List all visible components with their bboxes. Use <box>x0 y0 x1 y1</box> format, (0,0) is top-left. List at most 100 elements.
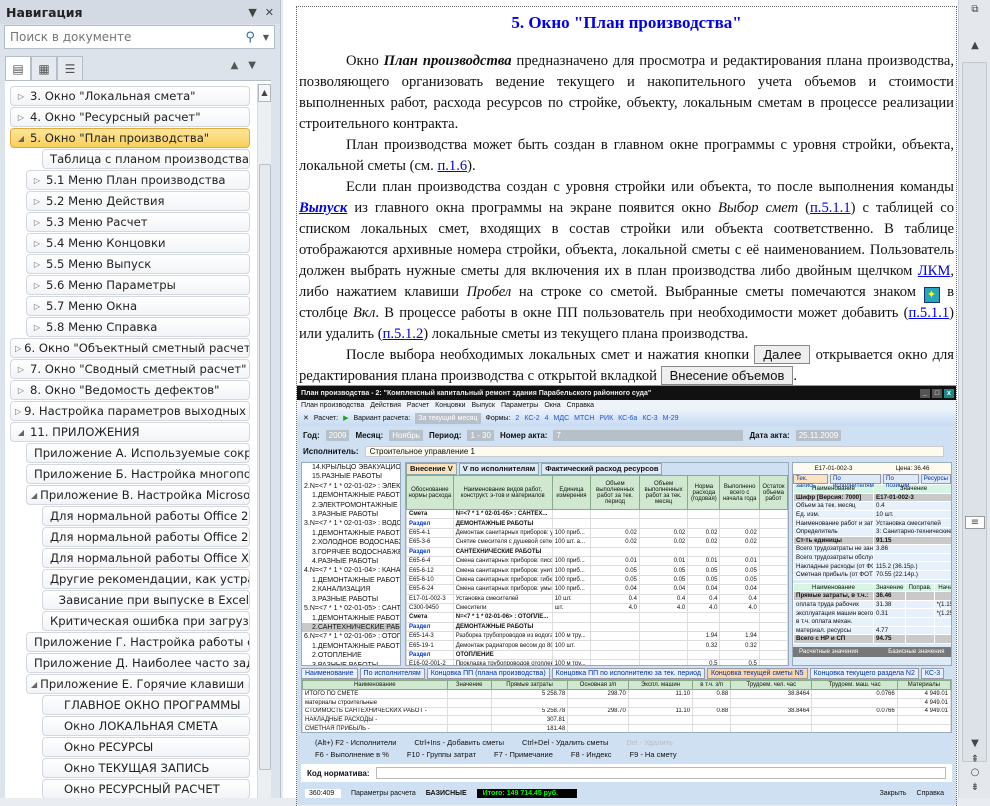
nav-item[interactable]: Приложение Б. Настройка многопо... <box>26 464 250 484</box>
scroll-down-icon[interactable]: ▼ <box>965 738 985 749</box>
scroll-up-icon[interactable]: ▲ <box>258 84 271 102</box>
nav-item[interactable]: Окно РЕСУРСНЫЙ РАСЧЕТ <box>42 779 250 798</box>
nav-item-label: 5.3 Меню Расчет <box>46 215 148 229</box>
nav-item[interactable]: ▷9. Настройка параметров выходных фо... <box>10 401 250 421</box>
table-cell <box>758 508 788 520</box>
nav-item[interactable]: Приложение Г. Настройка работы с ... <box>26 632 250 652</box>
column-header: Значение <box>872 582 907 593</box>
collapsed-arrow-icon[interactable]: ▷ <box>15 344 21 353</box>
nav-item[interactable]: ▷ 5.6 Меню Параметры <box>26 275 250 295</box>
nav-item[interactable]: Окно ЛОКАЛЬНАЯ СМЕТА <box>42 716 250 736</box>
table-cell: 100 шт. <box>551 640 592 651</box>
nav-item[interactable]: Для нормальной работы Office 2... <box>42 527 250 547</box>
nav-item[interactable]: ▷ 5.7 Меню Окна <box>26 296 250 316</box>
previous-page-icon[interactable]: ⇞ <box>965 754 985 765</box>
next-heading-icon[interactable]: ▼ <box>248 60 266 71</box>
table-cell: Установка смесителей <box>452 593 553 604</box>
table-row: Всего с НР и СП 94.75 <box>793 634 951 644</box>
minimize-icon: _ <box>920 388 930 398</box>
nav-item[interactable]: ▷ 3. Окно "Локальная смета" <box>10 86 250 106</box>
nav-item[interactable]: ◢ 11. ПРИЛОЖЕНИЯ <box>10 422 250 442</box>
nav-item[interactable]: ▷ 5.5 Меню Выпуск <box>26 254 250 274</box>
expanded-arrow-icon[interactable]: ◢ <box>31 491 37 500</box>
nav-scrollbar[interactable]: ▲ <box>257 84 271 798</box>
nav-item[interactable]: Приложение Д. Наиболее часто зад... <box>26 653 250 673</box>
collapsed-arrow-icon[interactable]: ▷ <box>15 365 27 374</box>
mode-label: БАЗИСНЫЕ <box>425 789 467 797</box>
scroll-thumb[interactable] <box>962 62 987 762</box>
tab-headings[interactable]: ▤ <box>5 56 31 81</box>
nav-item[interactable]: ГЛАВНОЕ ОКНО ПРОГРАММЫ <box>42 695 250 715</box>
scroll-grip-icon[interactable]: ≡ <box>965 516 985 529</box>
column-header: Трудоем. чел. час <box>730 680 813 690</box>
nav-item[interactable]: ◢ Приложение Е. Горячие клавиши в ... <box>26 674 250 694</box>
nav-item[interactable]: ▷ 7. Окно "Сводный сметный расчет" <box>10 359 250 379</box>
scroll-thumb[interactable] <box>259 164 271 770</box>
close-icon[interactable]: ✕ <box>265 6 274 19</box>
search-input[interactable] <box>10 30 246 44</box>
collapsed-arrow-icon[interactable]: ▷ <box>31 281 43 290</box>
search-icon[interactable]: ⚲ <box>245 30 255 45</box>
nav-item[interactable]: Приложение А. Используемые сокр... <box>26 443 250 463</box>
document-scrollbar[interactable]: ⧉ ▲ ≡ ▼ ⇞ ○ ⇟ <box>958 0 990 798</box>
column-header: в т.ч. з/п <box>692 680 732 690</box>
chevron-down-icon[interactable]: ▼ <box>263 33 269 42</box>
collapsed-arrow-icon[interactable]: ▷ <box>31 302 43 311</box>
pane-options-icon[interactable]: ▼ <box>248 6 256 19</box>
nav-item[interactable]: Окно ТЕКУЩАЯ ЗАПИСЬ <box>42 758 250 778</box>
tab-pages[interactable]: ▦ <box>31 56 57 80</box>
collapsed-arrow-icon[interactable]: ▷ <box>31 239 43 248</box>
collapsed-arrow-icon[interactable]: ▷ <box>15 386 27 395</box>
nav-item[interactable]: ▷ 4. Окно "Ресурсный расчет" <box>10 107 250 127</box>
collapsed-arrow-icon[interactable]: ▷ <box>15 407 21 416</box>
table-cell: 100 м тру... <box>551 631 592 642</box>
table-cell <box>590 612 640 623</box>
collapsed-arrow-icon[interactable]: ▷ <box>31 197 43 206</box>
nav-item[interactable]: ▷ 5.3 Меню Расчет <box>26 212 250 232</box>
app-menu-item: Окна <box>544 401 561 409</box>
browse-object-icon[interactable]: ○ <box>965 767 985 778</box>
nav-item[interactable]: Окно РЕСУРСЫ <box>42 737 250 757</box>
collapsed-arrow-icon[interactable]: ▷ <box>31 323 43 332</box>
collapsed-arrow-icon[interactable]: ▷ <box>31 176 43 185</box>
link-section[interactable]: п.1.6 <box>437 158 467 174</box>
text: После выбора необходимых локальных смет … <box>346 347 755 363</box>
nav-item[interactable]: Критическая ошибка при загрузк... <box>42 611 250 631</box>
nav-item[interactable]: Другие рекомендации, как устра... <box>42 569 250 589</box>
nav-item[interactable]: Зависание при выпуске в Excel <box>42 590 250 610</box>
expanded-arrow-icon[interactable]: ◢ <box>15 428 27 437</box>
collapsed-arrow-icon[interactable]: ▷ <box>31 218 43 227</box>
tab-results[interactable]: ☰ <box>57 56 83 80</box>
scroll-up-icon[interactable]: ▲ <box>965 40 985 51</box>
search-box[interactable]: ⚲ ▼ <box>4 25 275 49</box>
link-lkm[interactable]: ЛКМ <box>918 263 951 279</box>
link-section[interactable]: п.5.1.1 <box>810 200 851 216</box>
nav-item[interactable]: ▷ 5.4 Меню Концовки <box>26 233 250 253</box>
next-page-icon[interactable]: ⇟ <box>965 782 985 793</box>
expanded-arrow-icon[interactable]: ◢ <box>31 680 37 689</box>
link-vypusk[interactable]: Выпуск <box>299 200 347 216</box>
expanded-arrow-icon[interactable]: ◢ <box>15 134 27 143</box>
nav-item[interactable]: Для нормальной работы Office X... <box>42 548 250 568</box>
ruler-toggle-icon[interactable]: ⧉ <box>965 4 985 15</box>
nav-item[interactable]: Таблица с планом производства <box>42 149 250 169</box>
link-section[interactable]: п.5.1.2 <box>383 326 424 342</box>
nav-item[interactable]: ◢ 5. Окно "План производства" <box>10 128 250 148</box>
nav-item[interactable]: ▷ 8. Окно "Ведомость дефектов" <box>10 380 250 400</box>
table-cell: 1.94 <box>687 631 721 642</box>
nav-item[interactable]: ▷ 5.1 Меню План производства <box>26 170 250 190</box>
nav-item[interactable]: ▷ 5.2 Меню Действия <box>26 191 250 211</box>
collapsed-arrow-icon[interactable]: ▷ <box>15 113 27 122</box>
nav-item[interactable]: ▷ 6. Окно "Объектный сметный расчет" <box>10 338 250 358</box>
nav-item[interactable]: ▷ 5.8 Меню Справка <box>26 317 250 337</box>
nav-item[interactable]: ◢ Приложение В. Настройка Microsoft... <box>26 485 250 505</box>
link-section[interactable]: п.5.1.1 <box>908 305 949 321</box>
tree-node: 2.КАНАЛИЗАЦИЯ <box>312 586 371 594</box>
previous-heading-icon[interactable]: ▲ <box>231 60 249 71</box>
table-cell: Определитель <box>793 526 874 537</box>
collapsed-arrow-icon[interactable]: ▷ <box>15 92 27 101</box>
collapsed-arrow-icon[interactable]: ▷ <box>31 260 43 269</box>
table-cell: 0.4 <box>719 593 760 604</box>
nav-item[interactable]: Для нормальной работы Office 2... <box>42 506 250 526</box>
action-label: F10 - Группы затрат <box>406 749 477 759</box>
